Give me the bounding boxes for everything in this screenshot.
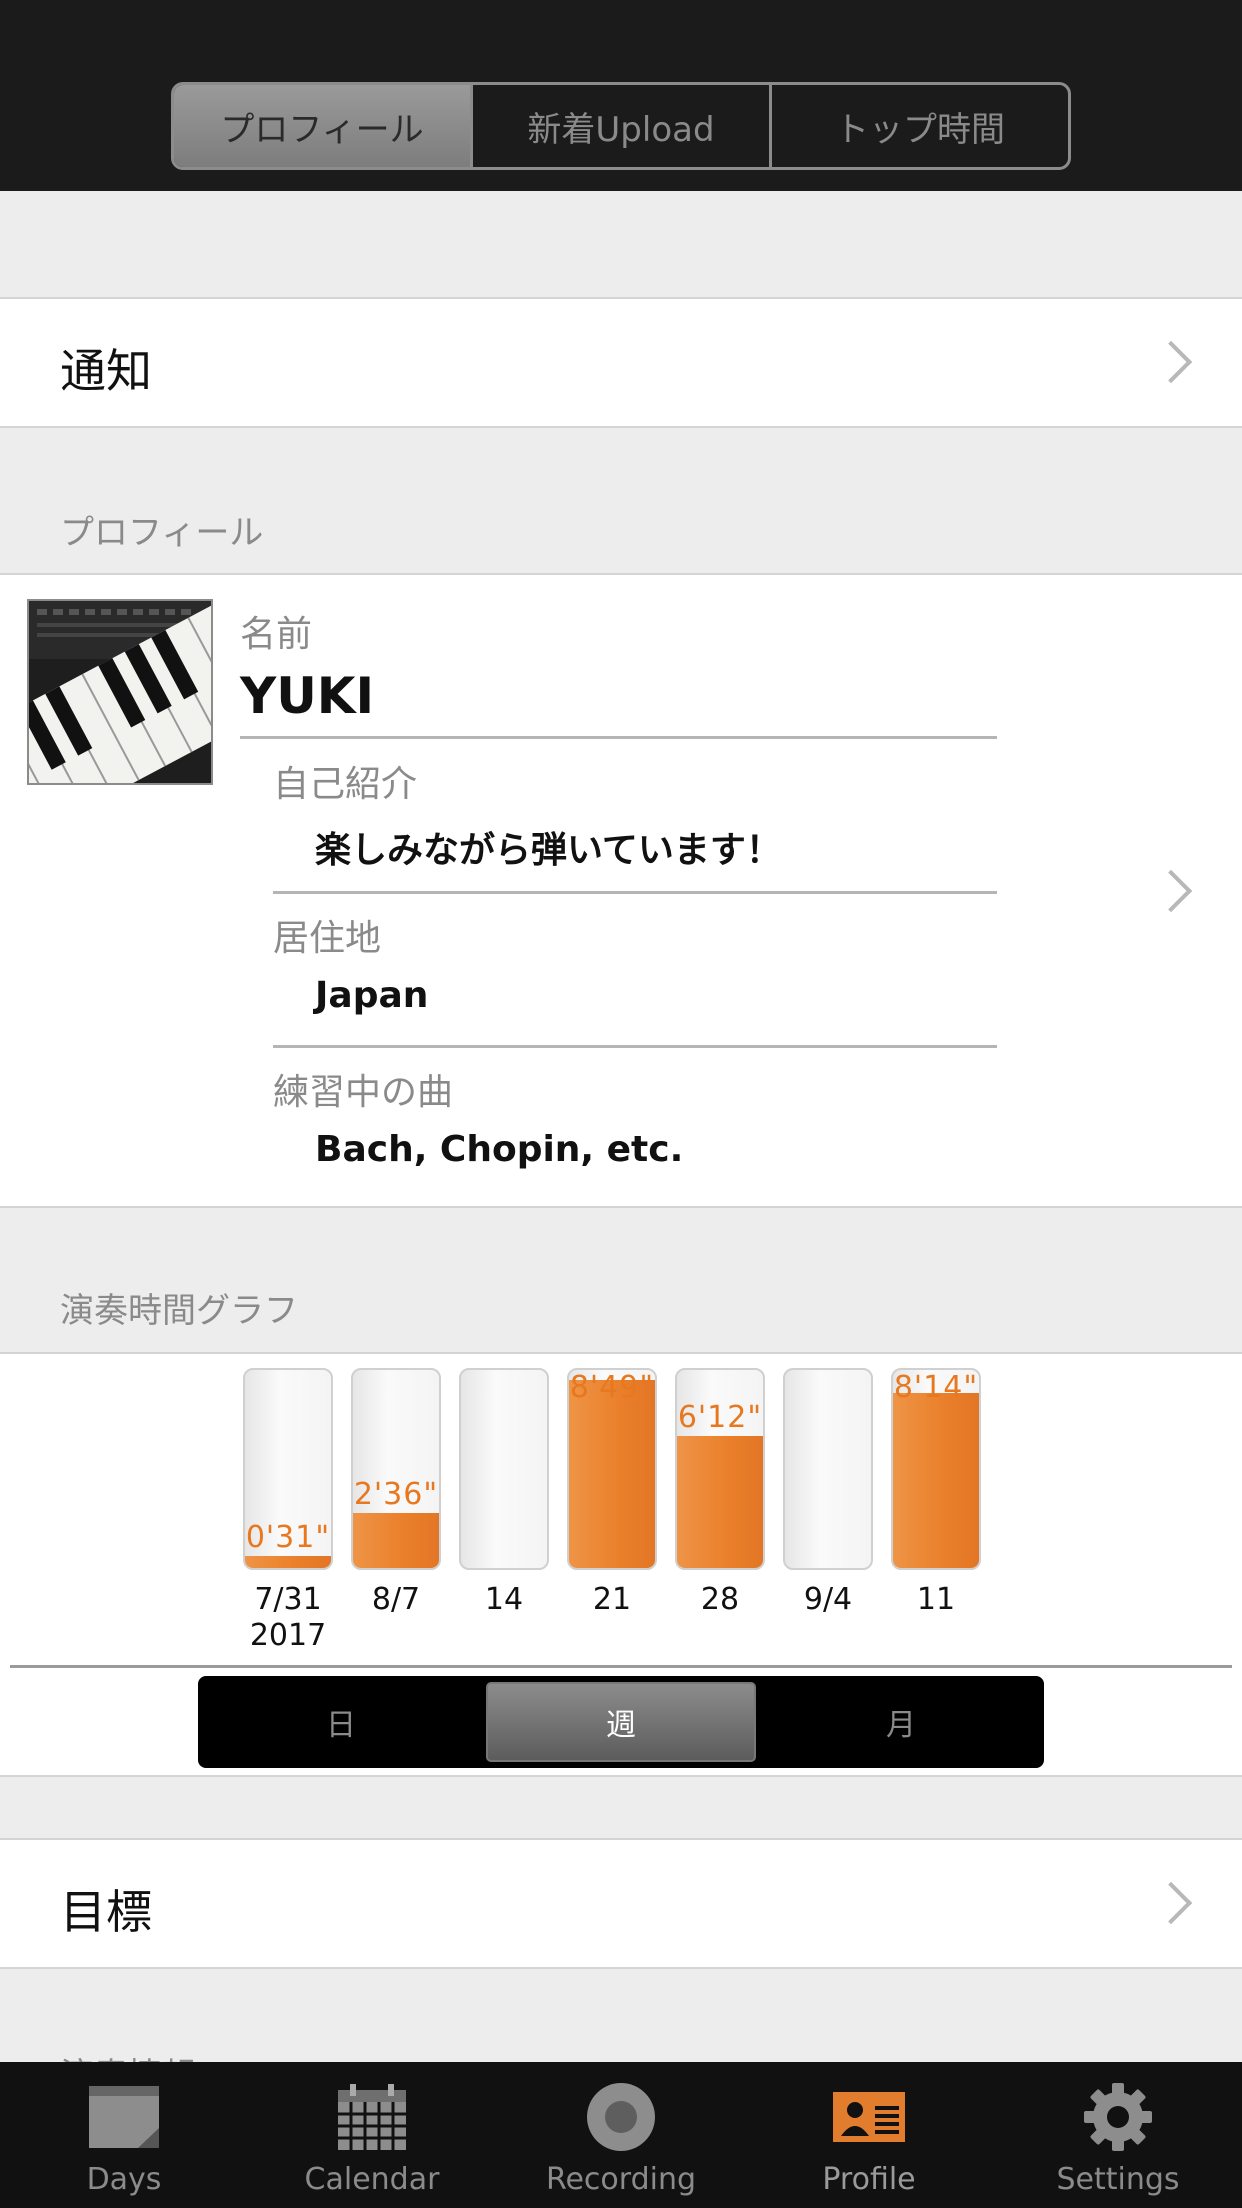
goal-row[interactable]: 目標 — [0, 1838, 1242, 1969]
settings-gear-icon — [1084, 2083, 1152, 2151]
residence-label: 居住地 — [273, 918, 382, 959]
profile-section-header: プロフィール — [60, 513, 264, 553]
chart-value-label: 2'36" — [353, 1477, 439, 1512]
top-header: プロフィール 新着Upload トップ時間 — [0, 0, 1242, 191]
tab-calendar[interactable]: Calendar — [248, 2062, 496, 2208]
tab-settings-label: Settings — [1056, 2162, 1180, 2197]
chart-value-label: 8'14" — [893, 1370, 979, 1405]
chart-bar[interactable]: 8'49" — [567, 1368, 657, 1570]
name-label: 名前 — [240, 614, 313, 655]
recording-icon — [587, 2083, 655, 2151]
intro-value: 楽しみながら弾いています！ — [315, 830, 782, 871]
period-day[interactable]: 日 — [206, 1682, 476, 1762]
chevron-right-icon — [1149, 1881, 1193, 1925]
tab-settings[interactable]: Settings — [994, 2062, 1242, 2208]
chevron-right-icon — [1149, 340, 1193, 384]
tab-recording-label: Recording — [545, 2162, 697, 2197]
notification-label: 通知 — [60, 344, 152, 398]
practicing-label: 練習中の曲 — [273, 1072, 454, 1113]
chart-baseline — [10, 1665, 1232, 1668]
chart-x-tick-label: 11 — [916, 1582, 956, 1617]
goal-label: 目標 — [60, 1885, 152, 1939]
divider — [240, 736, 997, 739]
chart-bar[interactable]: 8'14" — [891, 1368, 981, 1570]
days-icon — [89, 2086, 159, 2148]
chart-bar[interactable]: 2'36" — [351, 1368, 441, 1570]
residence-value: Japan — [315, 975, 429, 1016]
graph-section-header: 演奏時間グラフ — [60, 1291, 298, 1331]
notification-row[interactable]: 通知 — [0, 297, 1242, 428]
segment-profile[interactable]: プロフィール — [174, 85, 470, 167]
avatar[interactable] — [27, 599, 213, 785]
tab-recording[interactable]: Recording — [497, 2062, 745, 2208]
period-segmented-control: 日 週 月 — [198, 1676, 1044, 1768]
chart-bar-fill — [677, 1436, 763, 1568]
chart-x-tick-label: 7/31 — [254, 1582, 322, 1617]
period-week[interactable]: 週 — [486, 1682, 756, 1762]
intro-label: 自己紹介 — [273, 764, 418, 805]
chart-x-tick-label: 9/4 — [803, 1582, 853, 1617]
segment-new-upload[interactable]: 新着Upload — [470, 85, 769, 167]
chevron-right-icon — [1149, 869, 1193, 913]
tab-days-label: Days — [86, 2162, 162, 2197]
period-month[interactable]: 月 — [766, 1682, 1036, 1762]
tab-days[interactable]: Days — [0, 2062, 248, 2208]
chart-value-label: 0'31" — [245, 1520, 331, 1555]
chart-x-tick-label: 14 — [484, 1582, 524, 1617]
divider — [273, 891, 997, 894]
chart-x-tick-label: 8/7 — [371, 1582, 421, 1617]
tab-profile-label: Profile — [822, 2162, 916, 2197]
chart-bar[interactable] — [783, 1368, 873, 1570]
chart-x-tick-label: 21 — [592, 1582, 632, 1617]
chart-bar[interactable]: 6'12" — [675, 1368, 765, 1570]
divider — [273, 1045, 997, 1048]
chart-value-label: 6'12" — [677, 1400, 763, 1435]
app-screen: プロフィール 新着Upload トップ時間 通知 プロフィール 名前 YUKI … — [0, 0, 1242, 2208]
chart-bar[interactable] — [459, 1368, 549, 1570]
chart-year-label: 2017 — [249, 1618, 327, 1653]
piano-keyboard-image — [29, 601, 211, 783]
chart-bar-fill — [245, 1556, 331, 1568]
profile-row[interactable]: 名前 YUKI 自己紹介 楽しみながら弾いています！ 居住地 Japan 練習中… — [0, 573, 1242, 1208]
calendar-icon — [338, 2084, 406, 2150]
tab-profile[interactable]: Profile — [745, 2062, 993, 2208]
tab-calendar-label: Calendar — [304, 2162, 440, 2197]
play-time-chart: 0'31" 7/31 2017 2'36" 8/7 14 8'49" 21 6'12" 28 9/4… — [0, 1354, 1242, 1684]
chart-bar-fill — [893, 1393, 979, 1568]
profile-card-icon — [833, 2092, 905, 2142]
segment-top-time[interactable]: トップ時間 — [769, 85, 1068, 167]
view-segmented-control: プロフィール 新着Upload トップ時間 — [171, 82, 1071, 170]
chart-value-label: 8'49" — [569, 1370, 655, 1405]
name-value: YUKI — [240, 667, 375, 725]
tab-bar: Days Calendar Recording Profile Settings — [0, 2062, 1242, 2208]
chart-bar-fill — [353, 1513, 439, 1568]
chart-bar-fill — [569, 1380, 655, 1568]
practicing-value: Bach, Chopin, etc. — [315, 1129, 684, 1170]
chart-bar[interactable]: 0'31" — [243, 1368, 333, 1570]
chart-x-tick-label: 28 — [700, 1582, 740, 1617]
